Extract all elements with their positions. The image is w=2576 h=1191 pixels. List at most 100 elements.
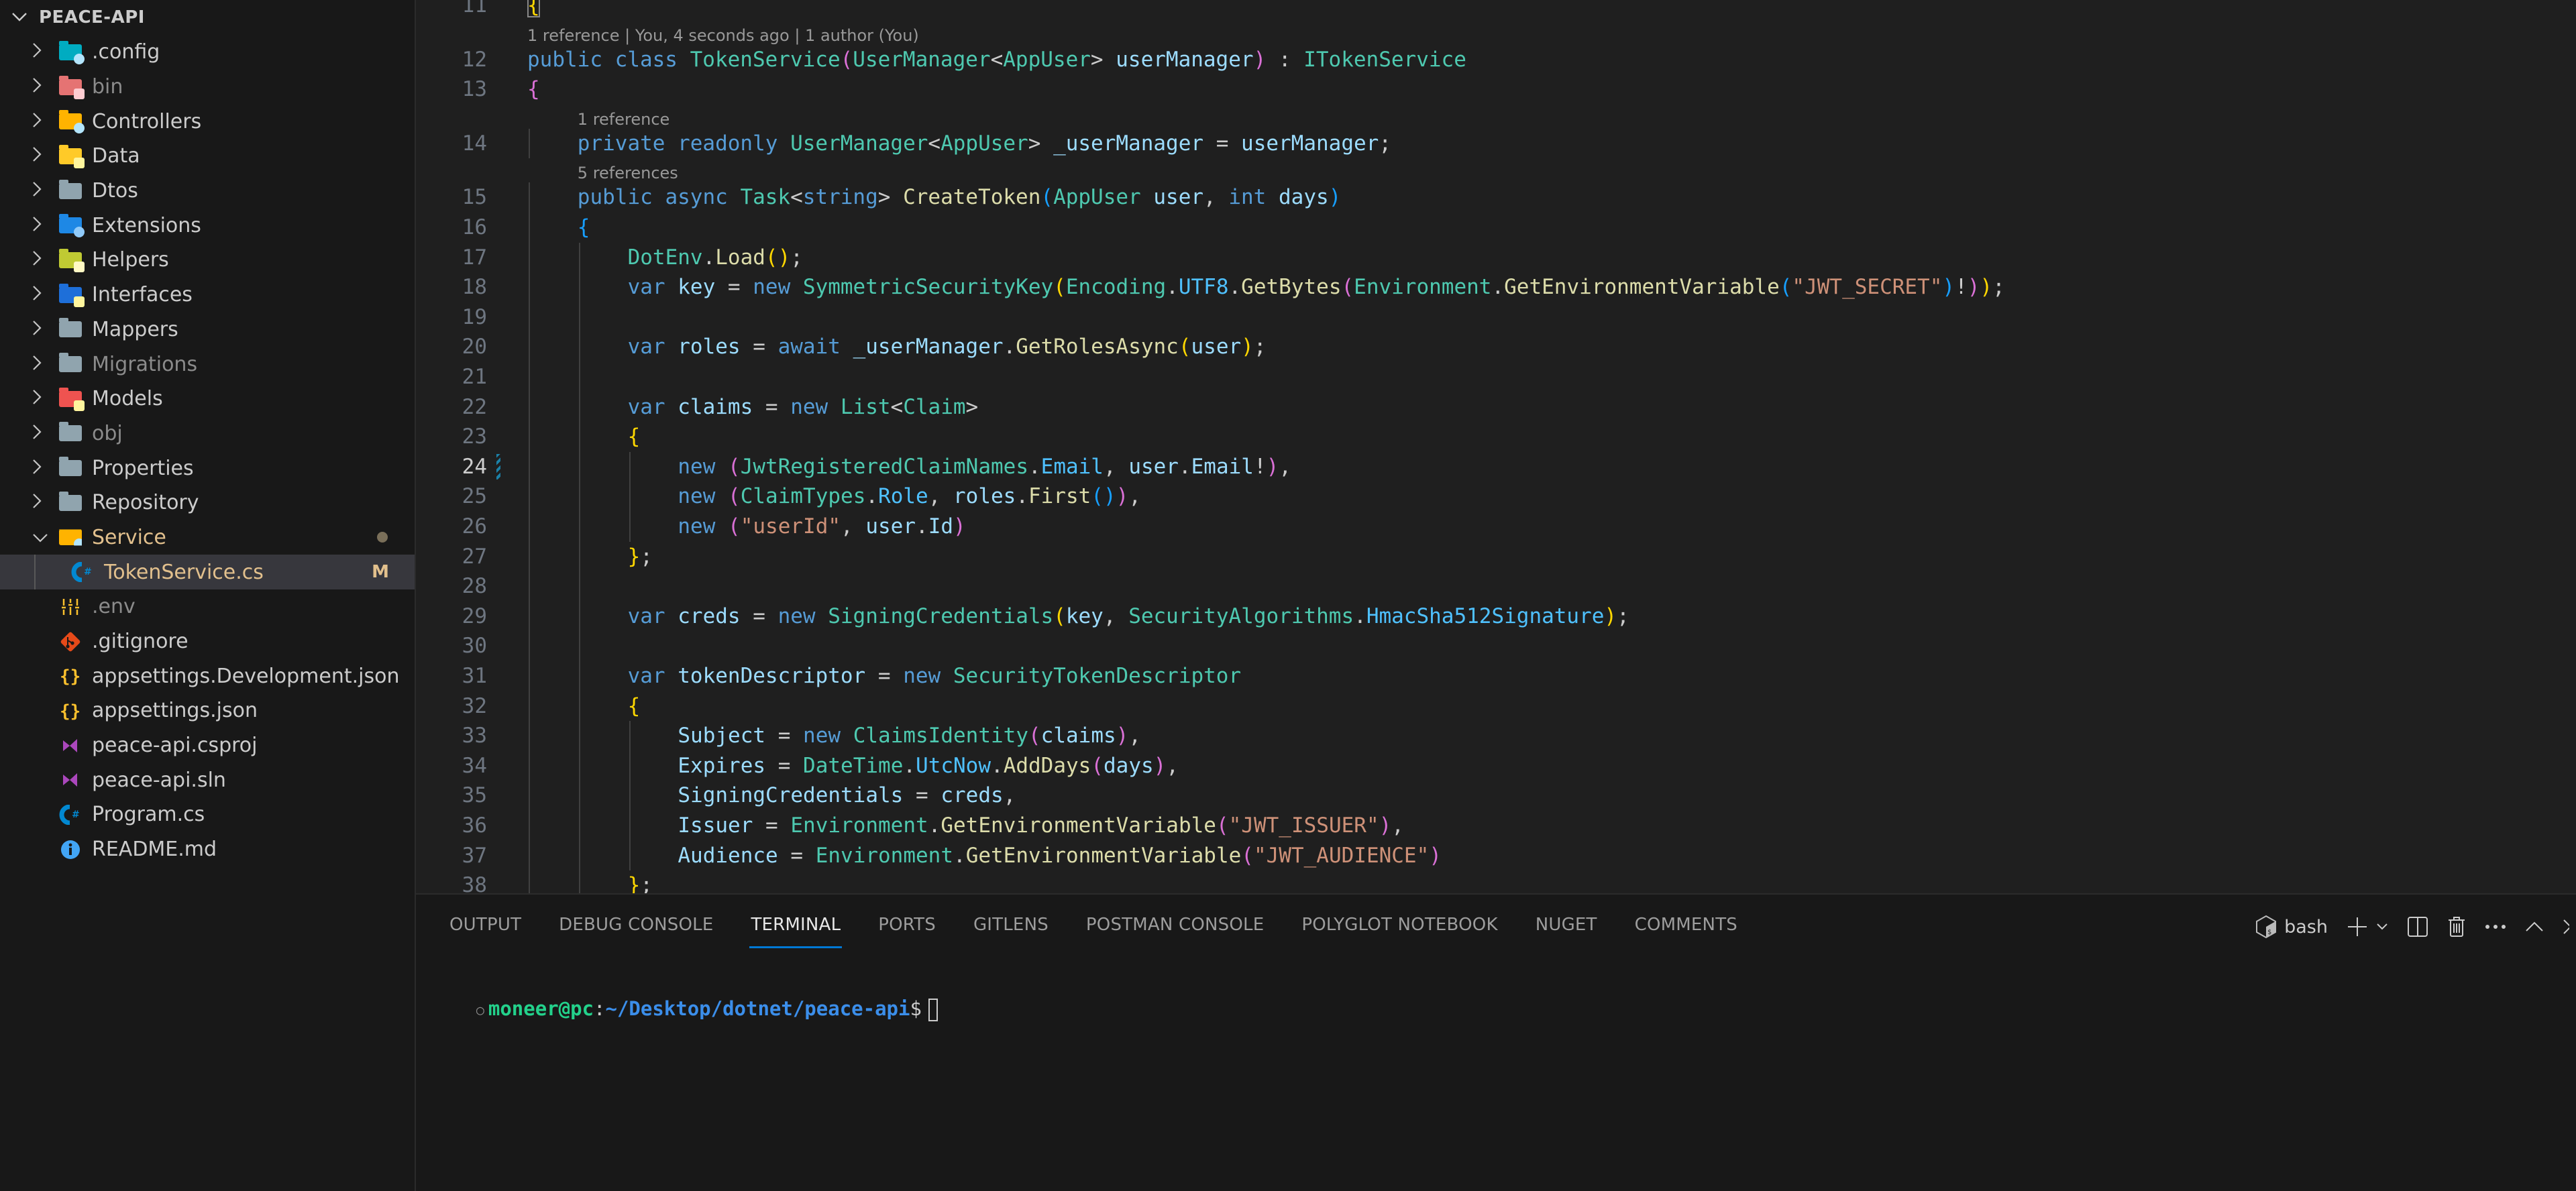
panel-tab-polyglot-notebook[interactable]: POLYGLOT NOTEBOOK [1301,909,1497,951]
panel-tab-debug-console[interactable]: DEBUG CONSOLE [559,909,713,951]
kill-terminal-button[interactable] [2447,911,2466,943]
code-token: days [1279,185,1329,210]
code-line[interactable]: 18 var key = new SymmetricSecurityKey(Enc… [416,272,2576,302]
code-line[interactable]: 31 var tokenDescriptor = new SecurityToke… [416,661,2576,691]
explorer-root-header[interactable]: PEACE-API [0,0,415,35]
code-line[interactable]: 26 new ("userId", user.Id) [416,512,2576,542]
code-token: ( [728,454,741,479]
code-token: var [627,604,678,628]
code-line[interactable]: 28 [416,571,2576,602]
codelens[interactable]: 1 reference [578,107,670,131]
tree-folder-models[interactable]: Models [0,382,415,416]
tree-file-peace-api-csproj[interactable]: peace-api.csproj [0,728,415,763]
split-terminal-button[interactable] [2407,911,2428,943]
git-modified-gutter-marker[interactable] [496,453,500,479]
tree-folder-helpers[interactable]: Helpers [0,243,415,278]
line-number: 24 [462,454,487,479]
tree-folder-service[interactable]: Service [0,520,415,555]
code-token: ( [1053,604,1066,628]
tree-folder-properties[interactable]: Properties [0,451,415,486]
tree-item-label: Migrations [92,352,198,376]
code-line[interactable]: 19 [416,302,2576,333]
panel-tab-output[interactable]: OUTPUT [449,909,521,951]
code-line[interactable]: 34 Expires = DateTime.UtcNow.AddDays(days… [416,750,2576,781]
tree-file-readme-md[interactable]: README.md [0,832,415,867]
tree-folder-migrations[interactable]: Migrations [0,347,415,382]
panel-tab-comments[interactable]: COMMENTS [1635,909,1737,951]
maximize-panel-button[interactable] [2525,911,2544,943]
tree-folder-extensions[interactable]: Extensions [0,208,415,243]
tree-folder-interfaces[interactable]: Interfaces [0,278,415,313]
code-token: ( [1053,275,1066,300]
code-token: var [627,335,678,359]
codelens[interactable]: 1 reference | You, 4 seconds ago | 1 aut… [527,23,919,48]
code-line[interactable]: 32 { [416,691,2576,722]
code-token: < [790,185,803,210]
tree-folder-data[interactable]: Data [0,139,415,174]
code-line[interactable]: 11 { [416,0,2576,21]
code-line[interactable]: 17 DotEnv.Load(); [416,242,2576,273]
close-panel-button[interactable] [2563,911,2569,943]
tree-folder-repository[interactable]: Repository [0,486,415,520]
code-editor[interactable]: 11 {1 reference | You, 4 seconds ago | 1 … [416,0,2576,893]
codelens[interactable]: 5 references [578,161,678,185]
tree-file-peace-api-sln[interactable]: peace-api.sln [0,762,415,797]
code-line[interactable]: 27}; [416,541,2576,572]
code-line[interactable]: 25 new (ClaimTypes.Role, roles.First()), [416,481,2576,512]
panel-tab-ports[interactable]: PORTS [878,909,936,951]
tree-folder-dtos[interactable]: Dtos [0,174,415,209]
code-line[interactable]: 16 { [416,213,2576,243]
tree-file-tokenservice-cs[interactable]: # TokenService.cs M [0,555,415,589]
terminal-shell-selector[interactable]: $_ bash [2255,911,2328,943]
code-line[interactable]: 21 [416,362,2576,392]
code-line[interactable]: 30 [416,631,2576,661]
code-line[interactable]: 35 SigningCredentials = creds, [416,781,2576,811]
panel-tab-terminal[interactable]: TERMINAL [749,909,843,951]
code-token: } [627,873,641,893]
more-actions-button[interactable] [2485,911,2506,943]
code-line[interactable]: 14 private readonly UserManager<AppUser> … [416,128,2576,159]
code-line[interactable]: 24 new (JwtRegisteredClaimNames.Email, us… [416,451,2576,482]
panel-tab-gitlens[interactable]: GITLENS [973,909,1049,951]
tree-folder-obj[interactable]: obj [0,416,415,451]
terminal-output[interactable]: ○ moneer@pc:~/Desktop/dotnet/peace-api$ [429,968,938,1050]
code-line[interactable]: 12 public class TokenService(UserManager<… [416,45,2576,75]
new-terminal-button[interactable] [2347,911,2388,943]
indent-guide [629,481,631,512]
terminal-user-host: moneer@pc [488,997,594,1020]
tree-file-env[interactable]: .env [0,589,415,624]
code-token: . [916,514,928,538]
chevron-down-icon[interactable] [2376,923,2388,931]
code-line[interactable]: 23 { [416,422,2576,452]
tree-folder-bin[interactable]: bin [0,70,415,105]
tree-folder-controllers[interactable]: Controllers [0,104,415,139]
tree-file-gitignore[interactable]: .gitignore [0,624,415,659]
tree-file-appsettings-json[interactable]: {} appsettings.json [0,693,415,728]
indent-guide [578,481,580,512]
code-content: }; [628,542,653,572]
code-line[interactable]: 13 { [416,74,2576,105]
json-braces-icon: {} [59,701,82,721]
code-line[interactable]: 37 Audience = Environment.GetEnvironmentV… [416,840,2576,871]
svg-text:#: # [72,809,80,820]
line-number: 13 [462,77,487,102]
panel-tab-nuget[interactable]: NUGET [1536,909,1597,951]
tree-item-label: .gitignore [92,630,189,654]
code-token: AddDays [1003,753,1091,778]
tree-file-program-cs[interactable]: # Program.cs [0,797,415,832]
tree-folder-config[interactable]: .config [0,35,415,70]
code-line[interactable]: 36 Issuer = Environment.GetEnvironmentVar… [416,811,2576,841]
code-line[interactable]: 15 public async Task<string> CreateToken(… [416,182,2576,213]
tree-folder-mappers[interactable]: Mappers [0,313,415,347]
code-line[interactable]: 33 Subject = new ClaimsIdentity(claims), [416,721,2576,751]
code-line[interactable]: 20 var roles = await _userManager.GetRole… [416,332,2576,362]
code-line[interactable]: 38}; [416,870,2576,893]
code-line[interactable]: 29 var creds = new SigningCredentials(key… [416,601,2576,632]
code-token: ; [790,245,803,270]
tree-file-appsettings-development-json[interactable]: {} appsettings.Development.json [0,659,415,693]
code-token: { [627,693,641,718]
chevron-right-icon [32,285,48,304]
code-token: SecurityTokenDescriptor [953,664,1242,688]
panel-tab-postman-console[interactable]: POSTMAN CONSOLE [1086,909,1264,951]
code-line[interactable]: 22 var claims = new List<Claim> [416,392,2576,422]
